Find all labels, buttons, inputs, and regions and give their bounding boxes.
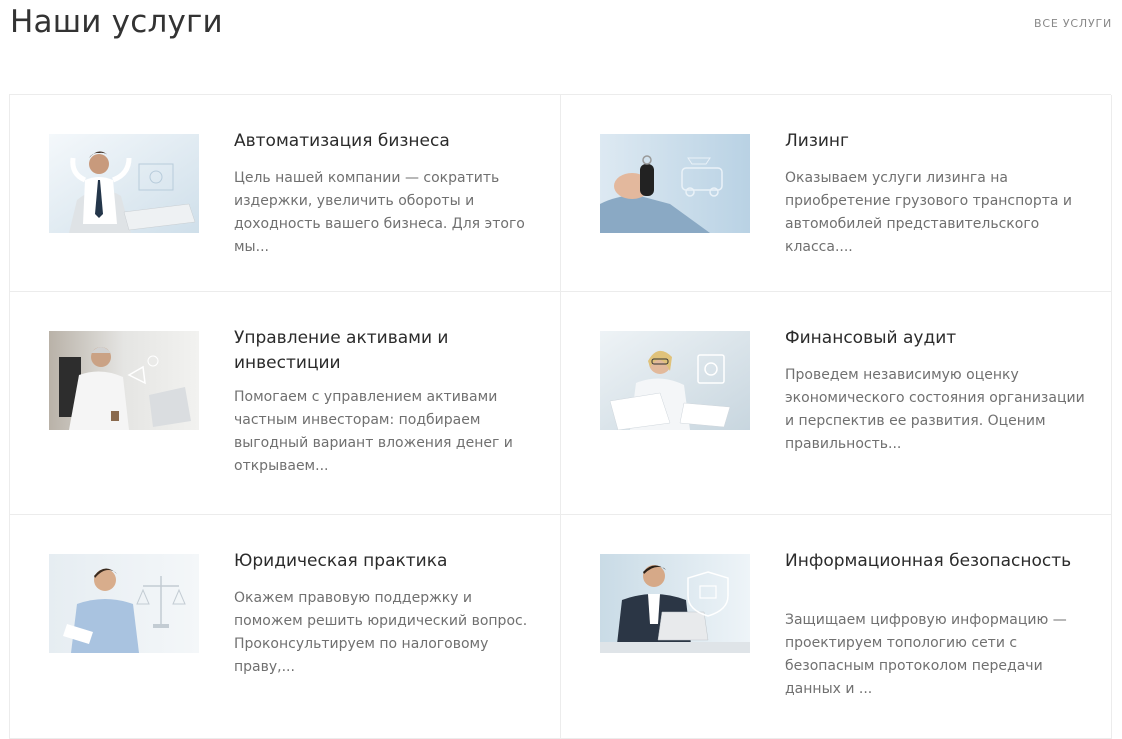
service-description: Защищаем цифровую информацию — проектиру… bbox=[785, 612, 1067, 697]
lawyer-scales-photo bbox=[49, 554, 199, 653]
page-title: Наши услуги bbox=[10, 4, 223, 40]
service-title[interactable]: Лизинг bbox=[785, 129, 1085, 154]
service-title[interactable]: Автоматизация бизнеса bbox=[234, 129, 534, 154]
service-image[interactable] bbox=[49, 134, 199, 233]
service-description: Цель нашей компании — сократить издержки… bbox=[234, 170, 525, 255]
service-card-security[interactable]: Информационная безопасность Защищаем циф… bbox=[561, 515, 1112, 739]
service-image[interactable] bbox=[600, 331, 750, 430]
service-title[interactable]: Финансовый аудит bbox=[785, 326, 1085, 351]
investor-laptop-photo bbox=[49, 331, 199, 430]
service-description: Окажем правовую поддержку и поможем реши… bbox=[234, 590, 528, 675]
service-title[interactable]: Информационная безопасность bbox=[785, 549, 1085, 574]
service-card-assets[interactable]: Управление активами и инвестиции Помогае… bbox=[10, 292, 561, 515]
service-image[interactable] bbox=[600, 554, 750, 653]
service-image[interactable] bbox=[49, 554, 199, 653]
services-grid: Автоматизация бизнеса Цель нашей компани… bbox=[9, 94, 1112, 739]
service-card-leasing[interactable]: Лизинг Оказываем услуги лизинга на приоб… bbox=[561, 95, 1112, 292]
businessman-automation-photo bbox=[49, 134, 199, 233]
service-card-legal[interactable]: Юридическая практика Окажем правовую под… bbox=[10, 515, 561, 739]
service-card-audit[interactable]: Финансовый аудит Проведем независимую оц… bbox=[561, 292, 1112, 515]
auditor-documents-photo bbox=[600, 331, 750, 430]
all-services-link[interactable]: ВСЕ УСЛУГИ bbox=[1034, 17, 1112, 30]
service-description: Оказываем услуги лизинга на приобретение… bbox=[785, 170, 1073, 255]
service-card-automation[interactable]: Автоматизация бизнеса Цель нашей компани… bbox=[10, 95, 561, 292]
service-image[interactable] bbox=[600, 134, 750, 233]
service-description: Помогаем с управлением активами частным … bbox=[234, 389, 513, 474]
security-laptop-photo bbox=[600, 554, 750, 653]
car-key-leasing-photo bbox=[600, 134, 750, 233]
service-image[interactable] bbox=[49, 331, 199, 430]
service-title[interactable]: Юридическая практика bbox=[234, 549, 534, 574]
section-header: Наши услуги ВСЕ УСЛУГИ bbox=[10, 0, 1112, 50]
service-title[interactable]: Управление активами и инвестиции bbox=[234, 326, 534, 376]
service-description: Проведем независимую оценку экономическо… bbox=[785, 367, 1085, 452]
